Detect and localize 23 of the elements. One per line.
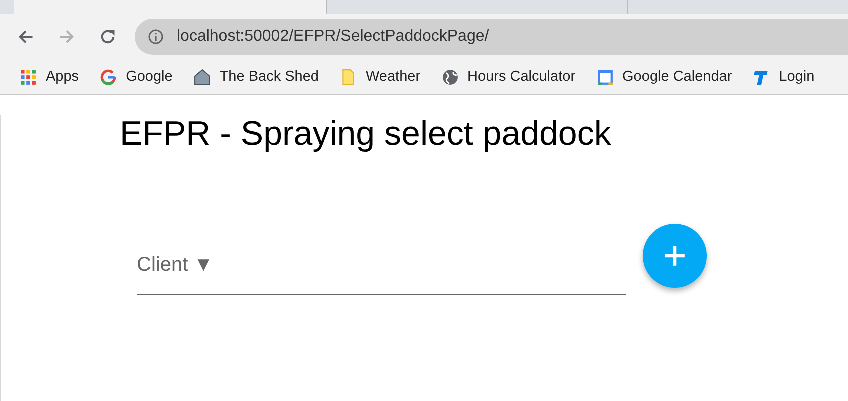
plus-icon: [664, 244, 686, 266]
apps-grid-icon: [20, 68, 37, 86]
info-icon[interactable]: [148, 29, 164, 45]
forward-icon[interactable]: [58, 28, 76, 46]
bookmark[interactable]: Login: [753, 68, 815, 86]
calendar-icon: [596, 68, 614, 86]
bookmark[interactable]: Weather: [340, 68, 421, 86]
bookmark[interactable]: Google Calendar: [596, 68, 732, 86]
bookmark[interactable]: Hours Calculator: [442, 68, 576, 86]
bookmark[interactable]: The Back Shed: [194, 68, 319, 86]
reload-icon[interactable]: [99, 28, 117, 46]
g-logo-icon: [100, 68, 118, 86]
bookmark[interactable]: Google: [100, 68, 173, 86]
globe-icon: [442, 68, 459, 86]
t-logo-icon: [753, 68, 770, 86]
address-bar[interactable]: localhost:50002/EFPR/SelectPaddockPage/: [135, 19, 848, 55]
house-icon: [194, 68, 211, 86]
add-button[interactable]: [643, 224, 707, 288]
page-title: EFPR - Spraying select paddock: [120, 115, 612, 154]
note-icon: [340, 68, 357, 86]
bookmark[interactable]: Apps: [20, 68, 80, 86]
client-picker[interactable]: Client ▼: [137, 236, 626, 295]
back-icon[interactable]: [17, 28, 35, 46]
